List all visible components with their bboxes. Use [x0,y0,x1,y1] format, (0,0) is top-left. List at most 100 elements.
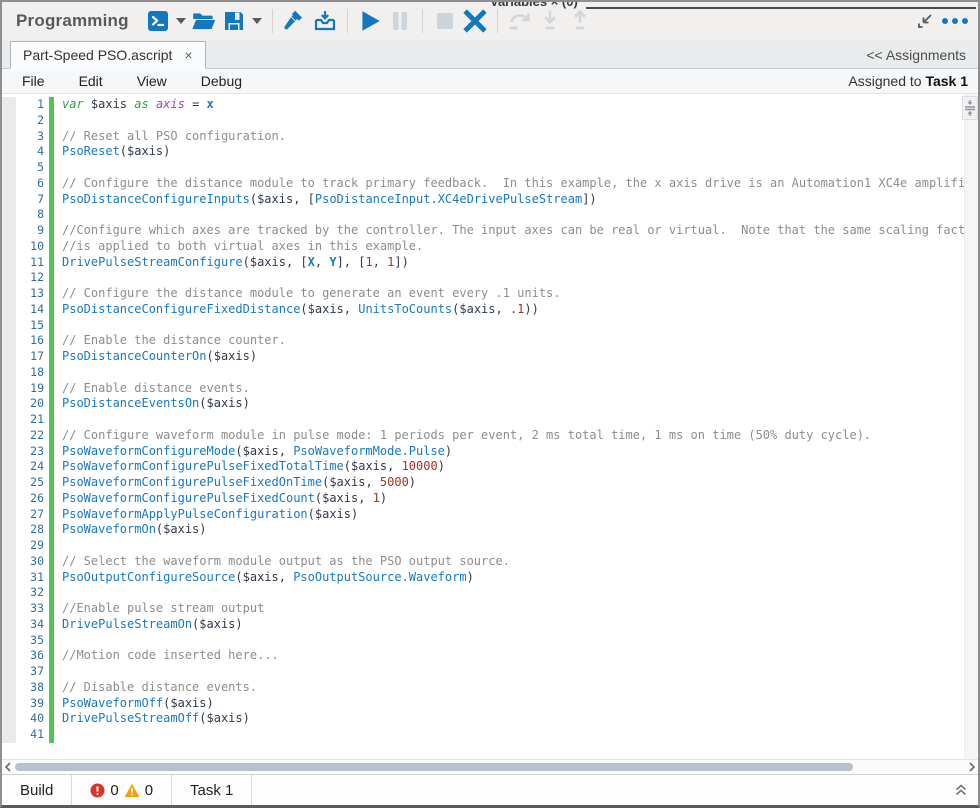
breakpoint-margin[interactable] [2,585,16,601]
code-line[interactable]: 25PsoWaveformConfigurePulseFixedOnTime($… [2,475,964,491]
code-line[interactable]: 33//Enable pulse stream output [2,601,964,617]
breakpoint-margin[interactable] [2,538,16,554]
breakpoint-margin[interactable] [2,507,16,523]
code-line[interactable]: 9//Configure which axes are tracked by t… [2,223,964,239]
code-line[interactable]: 15 [2,318,964,334]
breakpoint-margin[interactable] [2,318,16,334]
code-line[interactable]: 8 [2,207,964,223]
code-line[interactable]: 6// Configure the distance module to tra… [2,176,964,192]
code-line[interactable]: 19// Enable distance events. [2,381,964,397]
code-line[interactable]: 36//Motion code inserted here... [2,648,964,664]
code-line[interactable]: 38// Disable distance events. [2,680,964,696]
breakpoint-margin[interactable] [2,459,16,475]
build-button[interactable] [280,6,310,36]
problems-tab[interactable]: 0 0 [72,775,172,805]
code-line[interactable]: 16// Enable the distance counter. [2,333,964,349]
breakpoint-margin[interactable] [2,239,16,255]
code-line[interactable]: 28PsoWaveformOn($axis) [2,522,964,538]
scroll-right-arrow[interactable] [966,760,978,774]
code-line[interactable]: 11DrivePulseStreamConfigure($axis, [X, Y… [2,255,964,271]
breakpoint-margin[interactable] [2,97,16,113]
breakpoint-margin[interactable] [2,270,16,286]
breakpoint-margin[interactable] [2,129,16,145]
build-tab[interactable]: Build [2,775,72,805]
deploy-to-controller-button[interactable] [310,6,340,36]
code-editor[interactable]: 1var $axis as axis = x23// Reset all PSO… [2,94,978,759]
breakpoint-margin[interactable] [2,444,16,460]
menu-debug[interactable]: Debug [201,73,242,89]
code-line[interactable]: 26PsoWaveformConfigurePulseFixedCount($a… [2,491,964,507]
open-file-button[interactable] [189,6,219,36]
code-line[interactable]: 24PsoWaveformConfigurePulseFixedTotalTim… [2,459,964,475]
breakpoint-margin[interactable] [2,207,16,223]
breakpoint-margin[interactable] [2,223,16,239]
breakpoint-margin[interactable] [2,664,16,680]
save-dropdown[interactable] [249,6,265,36]
horizontal-scrollbar-thumb[interactable] [15,763,853,771]
code-line[interactable]: 23PsoWaveformConfigureMode($axis, PsoWav… [2,444,964,460]
breakpoint-margin[interactable] [2,365,16,381]
vertical-scrollbar-track[interactable] [964,94,978,759]
horizontal-scrollbar[interactable] [2,759,978,774]
breakpoint-margin[interactable] [2,160,16,176]
code-line[interactable]: 18 [2,365,964,381]
expand-panel-button[interactable] [944,775,978,805]
tab-close-icon[interactable]: × [184,47,192,63]
collapse-panel-button[interactable] [910,6,940,36]
code-line[interactable]: 32 [2,585,964,601]
script-editor-button[interactable] [143,6,173,36]
breakpoint-margin[interactable] [2,601,16,617]
code-line[interactable]: 14PsoDistanceConfigureFixedDistance($axi… [2,302,964,318]
tab-part-speed-pso[interactable]: Part-Speed PSO.ascript × [10,41,206,69]
breakpoint-margin[interactable] [2,286,16,302]
code-line[interactable]: 12 [2,270,964,286]
code-line[interactable]: 2 [2,113,964,129]
code-line[interactable]: 22// Configure waveform module in pulse … [2,428,964,444]
code-line[interactable]: 7PsoDistanceConfigureInputs($axis, [PsoD… [2,192,964,208]
breakpoint-margin[interactable] [2,255,16,271]
code-line[interactable]: 10//is applied to both virtual axes in t… [2,239,964,255]
breakpoint-margin[interactable] [2,475,16,491]
run-button[interactable] [355,6,385,36]
script-editor-dropdown[interactable] [173,6,189,36]
breakpoint-margin[interactable] [2,554,16,570]
code-line[interactable]: 41 [2,727,964,743]
breakpoint-margin[interactable] [2,176,16,192]
breakpoint-margin[interactable] [2,680,16,696]
breakpoint-margin[interactable] [2,696,16,712]
menu-edit[interactable]: Edit [79,73,103,89]
breakpoint-margin[interactable] [2,412,16,428]
code-line[interactable]: 3// Reset all PSO configuration. [2,129,964,145]
code-line[interactable]: 4PsoReset($axis) [2,144,964,160]
breakpoint-margin[interactable] [2,727,16,743]
code-line[interactable]: 30// Select the waveform module output a… [2,554,964,570]
task-tab[interactable]: Task 1 [172,775,252,805]
breakpoint-margin[interactable] [2,570,16,586]
breakpoint-margin[interactable] [2,192,16,208]
breakpoint-margin[interactable] [2,113,16,129]
code-line[interactable]: 21 [2,412,964,428]
code-line[interactable]: 34DrivePulseStreamOn($axis) [2,617,964,633]
code-line[interactable]: 20PsoDistanceEventsOn($axis) [2,396,964,412]
breakpoint-margin[interactable] [2,711,16,727]
breakpoint-margin[interactable] [2,491,16,507]
code-line[interactable]: 40DrivePulseStreamOff($axis) [2,711,964,727]
code-line[interactable]: 1var $axis as axis = x [2,97,964,113]
code-line[interactable]: 29 [2,538,964,554]
code-line[interactable]: 13// Configure the distance module to ge… [2,286,964,302]
scroll-left-arrow[interactable] [2,760,14,774]
save-button[interactable] [219,6,249,36]
breakpoint-margin[interactable] [2,381,16,397]
code-line[interactable]: 17PsoDistanceCounterOn($axis) [2,349,964,365]
breakpoint-margin[interactable] [2,144,16,160]
breakpoint-margin[interactable] [2,428,16,444]
code-line[interactable]: 5 [2,160,964,176]
breakpoint-margin[interactable] [2,633,16,649]
menu-file[interactable]: File [22,73,45,89]
code-line[interactable]: 27PsoWaveformApplyPulseConfiguration($ax… [2,507,964,523]
editor-split-handle[interactable] [962,96,978,120]
code-line[interactable]: 37 [2,664,964,680]
code-line[interactable]: 35 [2,633,964,649]
breakpoint-margin[interactable] [2,349,16,365]
breakpoint-margin[interactable] [2,302,16,318]
